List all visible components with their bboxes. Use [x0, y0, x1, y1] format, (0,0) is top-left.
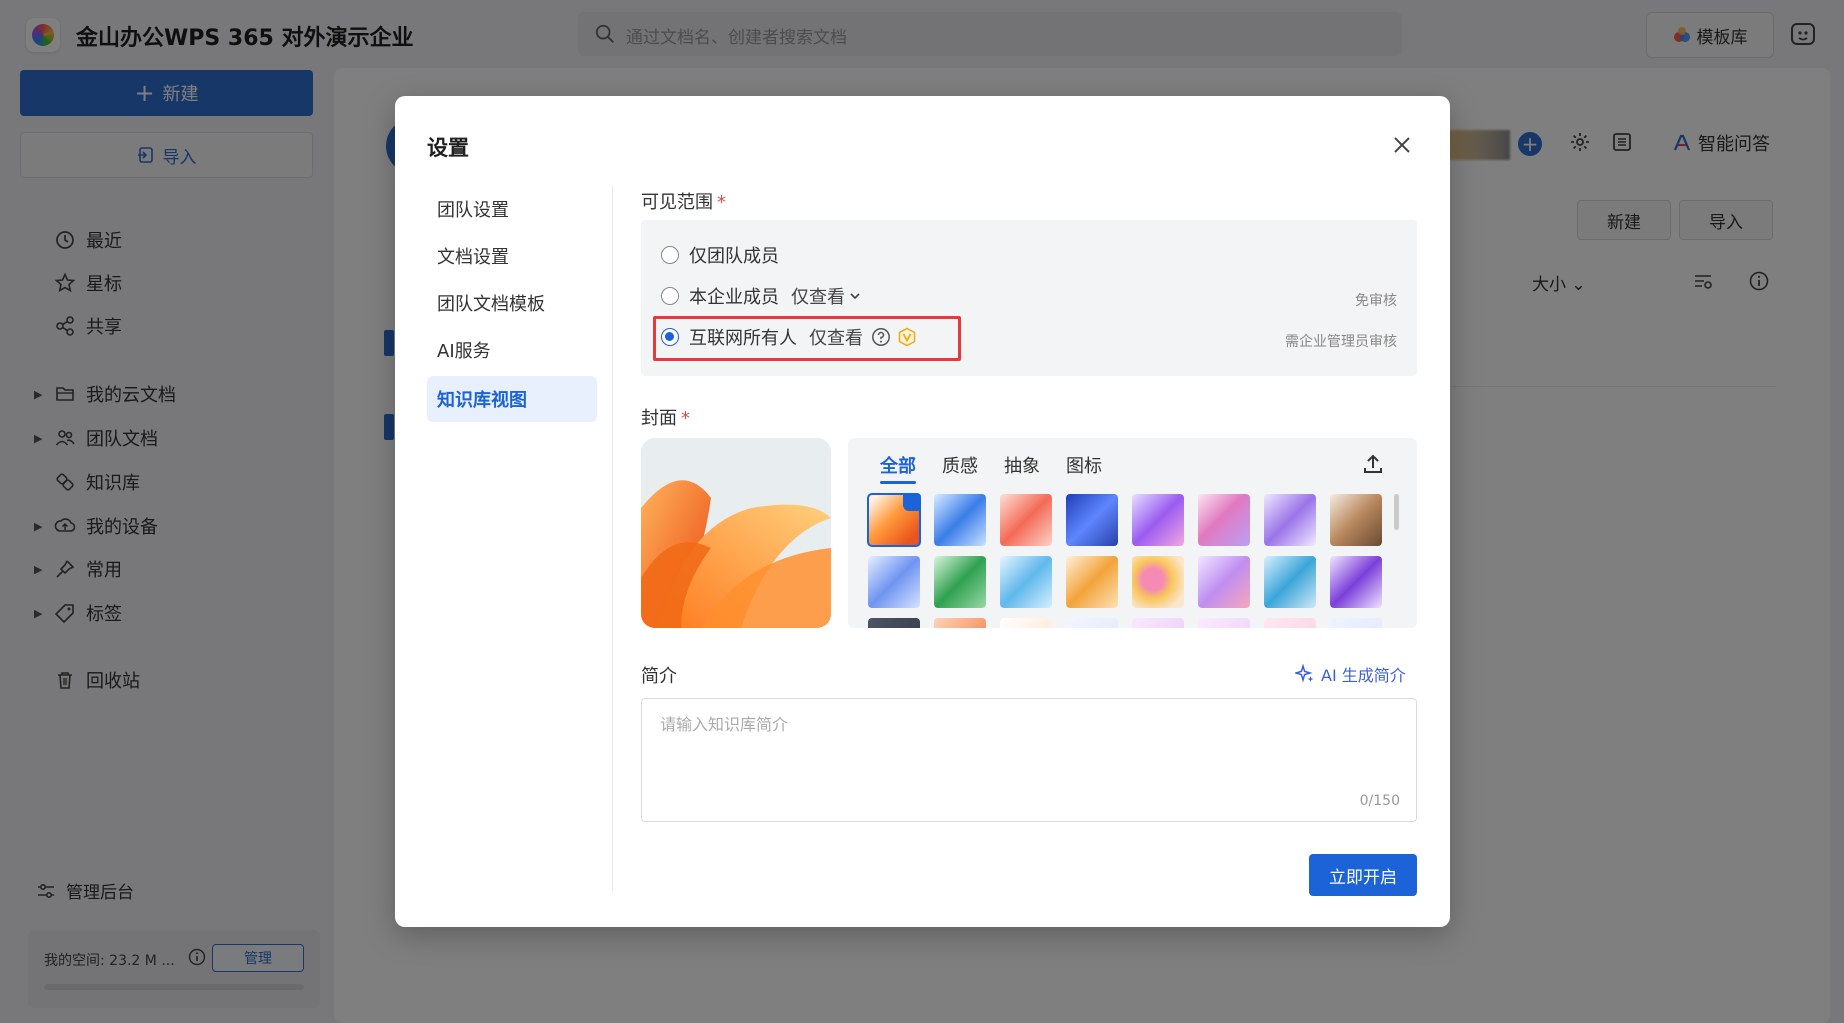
cover-thumb[interactable]	[1000, 556, 1052, 608]
cover-thumb[interactable]	[1000, 618, 1052, 628]
nav-team-doc-templates[interactable]: 团队文档模板	[427, 280, 597, 326]
intro-placeholder: 请输入知识库简介	[660, 715, 789, 734]
nav-team-settings[interactable]: 团队设置	[427, 186, 597, 232]
visibility-option-team-only[interactable]: 仅团队成员	[661, 240, 779, 270]
cover-thumb[interactable]	[868, 556, 920, 608]
cover-thumb[interactable]	[1198, 556, 1250, 608]
cover-preview-art	[641, 438, 831, 628]
cover-thumb[interactable]	[1066, 618, 1118, 628]
required-mark: *	[717, 192, 726, 213]
enable-now-button[interactable]: 立即开启	[1309, 854, 1417, 896]
cover-thumb[interactable]	[1198, 494, 1250, 546]
cover-thumb[interactable]	[1264, 618, 1316, 628]
dialog-title: 设置	[427, 136, 469, 160]
cover-thumb[interactable]	[1066, 494, 1118, 546]
scrollbar[interactable]	[1394, 494, 1399, 530]
option-label: 仅团队成员	[689, 246, 779, 267]
chevron-down-icon[interactable]	[849, 290, 861, 302]
cover-thumb[interactable]	[934, 556, 986, 608]
cover-thumb[interactable]	[1330, 556, 1382, 608]
visibility-label: 可见范围	[641, 192, 713, 213]
cover-thumb[interactable]	[1330, 494, 1382, 546]
cover-tab-abstract[interactable]: 抽象	[1004, 452, 1040, 478]
intro-label: 简介	[641, 666, 677, 687]
cover-thumb[interactable]	[1132, 618, 1184, 628]
cover-tab-all[interactable]: 全部	[880, 452, 916, 484]
nav-ai-service[interactable]: AI服务	[427, 327, 597, 373]
no-review-note: 免审核	[1355, 293, 1397, 309]
nav-document-settings[interactable]: 文档设置	[427, 233, 597, 279]
ai-generate-intro-label: AI 生成简介	[1321, 666, 1406, 685]
cover-thumb[interactable]	[868, 618, 920, 628]
upload-icon[interactable]	[1361, 452, 1385, 476]
cover-thumb[interactable]	[1132, 494, 1184, 546]
check-icon	[903, 493, 921, 511]
cover-tab-texture[interactable]: 质感	[942, 452, 978, 478]
intro-textarea[interactable]: 请输入知识库简介 0/150	[641, 698, 1417, 822]
visibility-options: 仅团队成员 本企业成员 仅查看 免审核 互联网所有人 仅查看 需企业管理员审核	[641, 220, 1417, 376]
nav-divider	[612, 186, 613, 891]
cover-thumb[interactable]	[934, 494, 986, 546]
ai-generate-intro-button[interactable]: AI 生成简介	[1295, 662, 1406, 686]
cover-thumb-selected[interactable]	[867, 493, 921, 547]
close-icon[interactable]	[1389, 132, 1415, 158]
visibility-section-label: 可见范围 *	[641, 188, 726, 214]
cover-thumb[interactable]	[1000, 494, 1052, 546]
cover-thumb[interactable]	[1264, 556, 1316, 608]
cover-thumb[interactable]	[1198, 618, 1250, 628]
cover-thumb[interactable]	[1264, 494, 1316, 546]
admin-review-note: 需企业管理员审核	[1285, 334, 1397, 350]
option-label: 本企业成员	[689, 287, 779, 308]
radio-button[interactable]	[661, 246, 679, 264]
radio-button[interactable]	[661, 287, 679, 305]
cover-thumb[interactable]	[1330, 618, 1382, 628]
cover-thumb[interactable]	[1066, 556, 1118, 608]
cover-tab-icons[interactable]: 图标	[1066, 452, 1102, 478]
required-mark: *	[681, 408, 690, 429]
cover-picker: 全部 质感 抽象 图标	[848, 438, 1417, 628]
highlight-box	[653, 316, 961, 361]
visibility-option-enterprise[interactable]: 本企业成员 仅查看	[661, 281, 861, 311]
sparkle-icon	[1295, 664, 1314, 683]
char-counter: 0/150	[1359, 793, 1400, 809]
permission-dropdown[interactable]: 仅查看	[791, 283, 845, 309]
cover-thumb[interactable]	[1132, 556, 1184, 608]
settings-dialog: 设置 团队设置 文档设置 团队文档模板 AI服务 知识库视图 可见范围 * 仅团队…	[395, 96, 1450, 927]
nav-knowledge-base-view[interactable]: 知识库视图	[427, 376, 597, 422]
cover-section-label: 封面 *	[641, 404, 690, 430]
cover-thumb[interactable]	[934, 618, 986, 628]
cover-label: 封面	[641, 408, 677, 429]
cover-preview-image	[641, 438, 831, 628]
